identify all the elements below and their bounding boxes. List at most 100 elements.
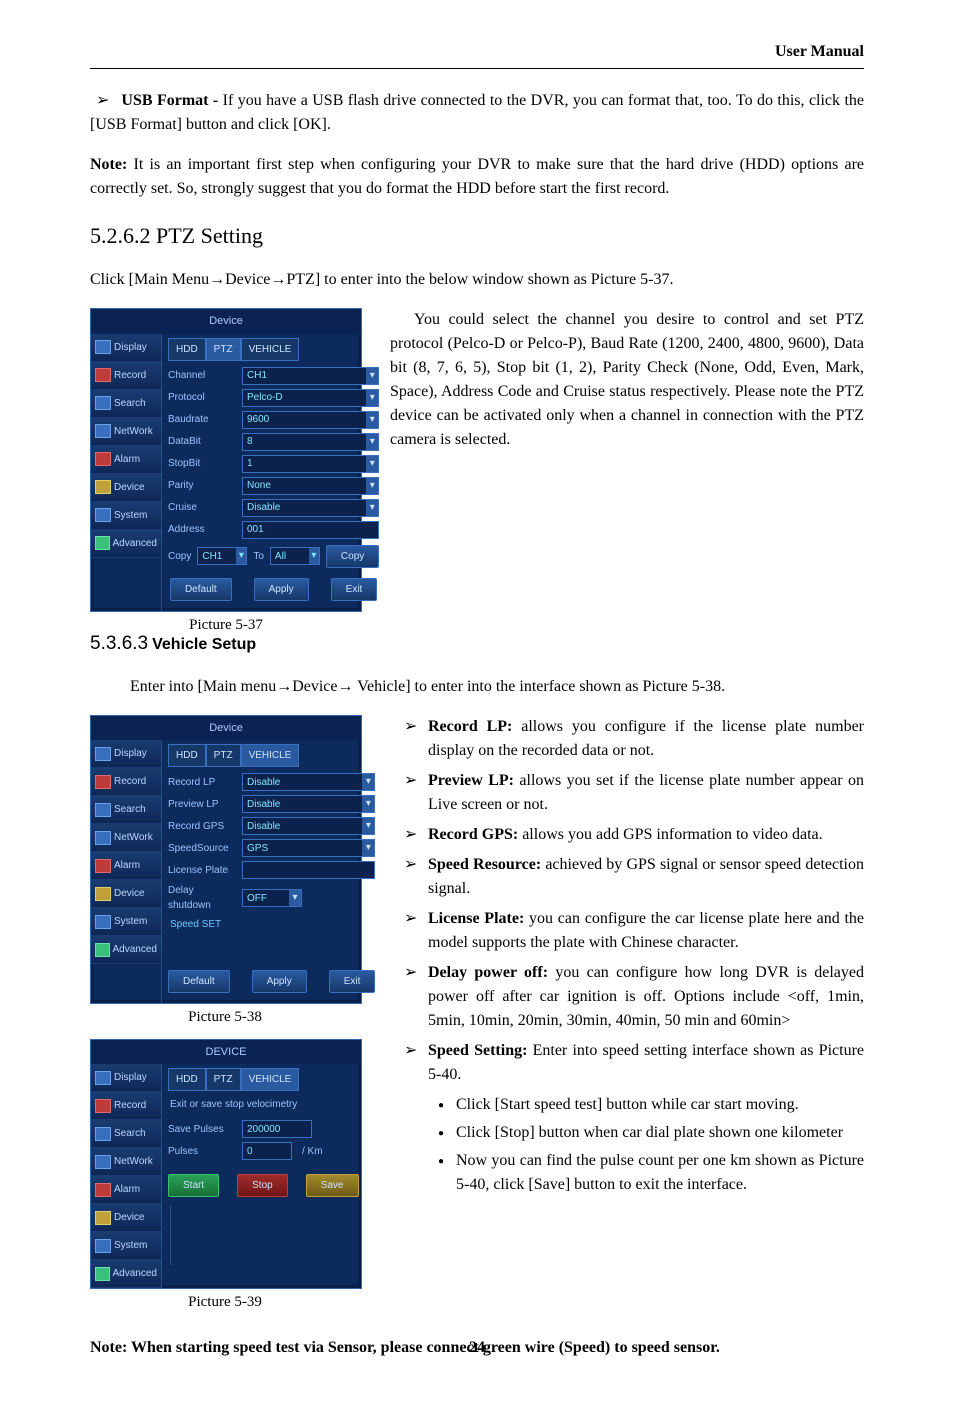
tab-ptz[interactable]: PTZ	[206, 1068, 241, 1091]
sidebar-item-network[interactable]: NetWork	[91, 1148, 161, 1176]
sidebar-item-alarm[interactable]: Alarm	[91, 1176, 161, 1204]
list-item: Delay power off: you can configure how l…	[428, 961, 864, 1033]
license-plate-input[interactable]	[242, 861, 375, 879]
chevron-down-icon: ▾	[366, 478, 378, 494]
speed-steps-list: Click [Start speed test] button while ca…	[388, 1093, 864, 1197]
baudrate-select[interactable]: 9600▾	[242, 411, 379, 429]
sidebar-item-display[interactable]: Display	[91, 740, 161, 768]
copy-button[interactable]: Copy	[326, 545, 379, 568]
ptz-heading-title: PTZ Setting	[156, 223, 263, 248]
display-icon	[95, 340, 111, 354]
sidebar-item-alarm[interactable]: Alarm	[91, 446, 161, 474]
sidebar-item-display[interactable]: Display	[91, 334, 161, 362]
sidebar-item-record[interactable]: Record	[91, 362, 161, 390]
sidebar-item-device[interactable]: Device	[91, 880, 161, 908]
tab-hdd[interactable]: HDD	[168, 1068, 206, 1091]
hdd-note-paragraph: Note: It is an important first step when…	[90, 153, 864, 201]
sidebar-item-advanced[interactable]: Advanced	[91, 936, 161, 964]
address-input[interactable]: 001	[242, 521, 379, 539]
note-label: Note:	[90, 156, 127, 173]
tab-ptz[interactable]: PTZ	[206, 338, 241, 361]
note-body: It is an important first step when confi…	[90, 156, 864, 197]
tab-hdd[interactable]: HDD	[168, 744, 206, 767]
channel-select[interactable]: CH1▾	[242, 367, 379, 385]
sidebar-item-advanced[interactable]: Advanced	[91, 1260, 161, 1288]
chevron-down-icon: ▾	[366, 412, 378, 428]
apply-button[interactable]: Apply	[252, 970, 307, 993]
save-pulses-input[interactable]: 200000	[242, 1120, 312, 1138]
sidebar-item-record[interactable]: Record	[91, 768, 161, 796]
preview-lp-select[interactable]: Disable▾	[242, 795, 375, 813]
sidebar-item-system[interactable]: System	[91, 908, 161, 936]
chevron-down-icon: ▾	[362, 774, 374, 790]
record-lp-select[interactable]: Disable▾	[242, 773, 375, 791]
default-button[interactable]: Default	[170, 578, 232, 601]
chevron-down-icon: ▾	[362, 796, 374, 812]
dvr-window-title: DEVICE	[91, 1040, 361, 1065]
tab-vehicle[interactable]: VEHICLE	[241, 744, 300, 767]
sidebar-item-device[interactable]: Device	[91, 1204, 161, 1232]
search-icon	[95, 1127, 111, 1141]
dvr-tabs: HDD PTZ VEHICLE	[168, 338, 379, 361]
sidebar-item-alarm[interactable]: Alarm	[91, 852, 161, 880]
sidebar-item-record[interactable]: Record	[91, 1092, 161, 1120]
caption-5-39: Picture 5-39	[90, 1291, 360, 1314]
system-icon	[95, 508, 111, 522]
system-icon	[95, 1239, 111, 1253]
tab-vehicle[interactable]: VEHICLE	[241, 1068, 300, 1091]
usb-format-title: USB Format -	[121, 92, 218, 109]
dvr-tabs: HDD PTZ VEHICLE	[168, 1068, 359, 1091]
start-button[interactable]: Start	[168, 1174, 219, 1197]
protocol-select[interactable]: Pelco-D▾	[242, 389, 379, 407]
tab-ptz[interactable]: PTZ	[206, 744, 241, 767]
sidebar-item-search[interactable]: Search	[91, 1120, 161, 1148]
sidebar-item-advanced[interactable]: Advanced	[91, 530, 161, 558]
chevron-down-icon: ▾	[366, 434, 378, 450]
advanced-icon	[95, 536, 110, 550]
tab-vehicle[interactable]: VEHICLE	[241, 338, 300, 361]
copy-from-select[interactable]: CH1▾	[197, 547, 247, 565]
default-button[interactable]: Default	[168, 970, 230, 993]
exit-button[interactable]: Exit	[331, 578, 378, 601]
chevron-down-icon: ▾	[366, 500, 378, 516]
sidebar-item-system[interactable]: System	[91, 502, 161, 530]
tab-hdd[interactable]: HDD	[168, 338, 206, 361]
ptz-heading: 5.2.6.2 PTZ Setting	[90, 219, 864, 252]
sidebar-item-device[interactable]: Device	[91, 474, 161, 502]
vehicle-options-list: Record LP: allows you configure if the l…	[388, 715, 864, 1087]
sidebar-item-network[interactable]: NetWork	[91, 418, 161, 446]
stop-button[interactable]: Stop	[237, 1174, 288, 1197]
device-icon	[95, 480, 111, 494]
sidebar-item-search[interactable]: Search	[91, 390, 161, 418]
sidebar-item-search[interactable]: Search	[91, 796, 161, 824]
sidebar-item-network[interactable]: NetWork	[91, 824, 161, 852]
search-icon	[95, 803, 111, 817]
delay-shutdown-select[interactable]: OFF▾	[242, 889, 302, 907]
dvr-sidebar: Display Record Search NetWork Alarm Devi…	[91, 1064, 162, 1288]
pulses-input[interactable]: 0	[242, 1142, 292, 1160]
speed-source-select[interactable]: GPS▾	[242, 839, 375, 857]
pulses-unit: / Km	[302, 1144, 323, 1159]
dvr-vehicle-window: Device Display Record Search NetWork Ala…	[90, 715, 362, 1005]
copy-to-select[interactable]: All▾	[270, 547, 320, 565]
databit-select[interactable]: 8▾	[242, 433, 379, 451]
page-header: User Manual	[90, 40, 864, 69]
record-gps-select[interactable]: Disable▾	[242, 817, 375, 835]
apply-button[interactable]: Apply	[254, 578, 309, 601]
search-icon	[95, 396, 111, 410]
chevron-down-icon: ▾	[366, 390, 378, 406]
stopbit-select[interactable]: 1▾	[242, 455, 379, 473]
list-item: Record GPS: allows you add GPS informati…	[428, 823, 864, 847]
system-icon	[95, 915, 111, 929]
list-item: Record LP: allows you configure if the l…	[428, 715, 864, 763]
speed-set-link[interactable]: Speed SET	[170, 917, 375, 932]
exit-button[interactable]: Exit	[329, 970, 376, 993]
figure-5-37: Device Display Record Search NetWork Ala…	[90, 308, 362, 642]
parity-select[interactable]: None▾	[242, 477, 379, 495]
cruise-select[interactable]: Disable▾	[242, 499, 379, 517]
alarm-icon	[95, 452, 111, 466]
save-button[interactable]: Save	[306, 1174, 359, 1197]
sidebar-item-display[interactable]: Display	[91, 1064, 161, 1092]
list-item: Speed Setting: Enter into speed setting …	[428, 1039, 864, 1087]
sidebar-item-system[interactable]: System	[91, 1232, 161, 1260]
